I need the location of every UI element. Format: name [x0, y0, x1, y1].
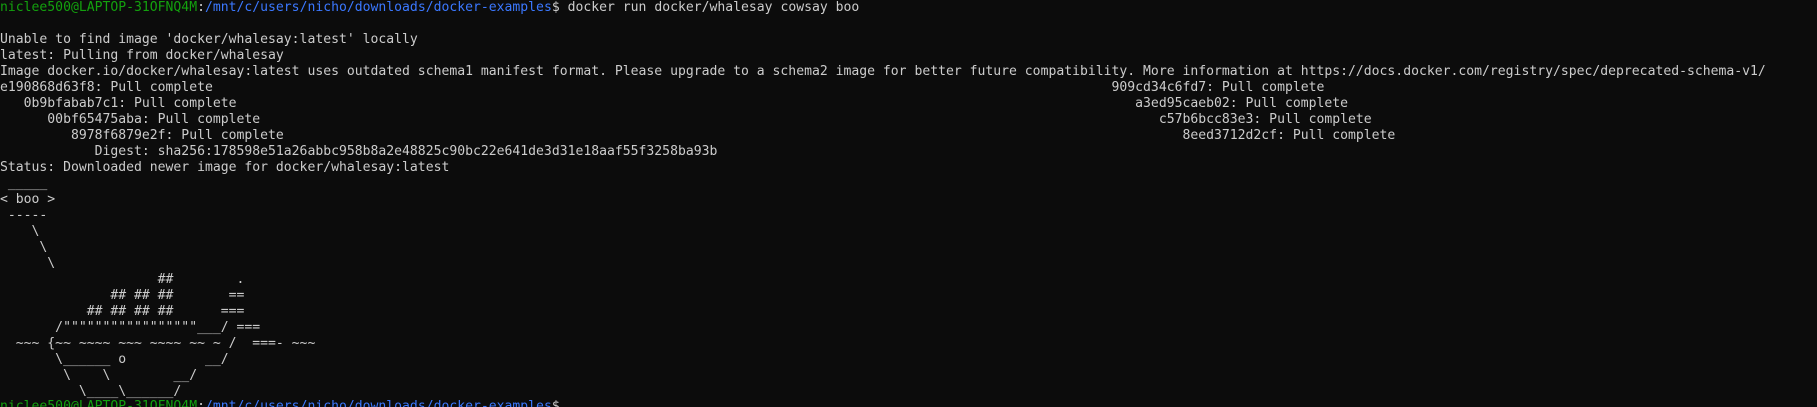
- terminal-window[interactable]: niclee500@LAPTOP-31OFNQ4M:/mnt/c/users/n…: [0, 0, 1817, 407]
- output-line: \ \ __/: [0, 368, 198, 383]
- output-line: Image docker.io/docker/whalesay:latest u…: [0, 64, 1766, 79]
- output-line: 00bf65475aba: Pull complete c57b6bcc83e3…: [0, 112, 1372, 127]
- output-line: 0b9bfabab7c1: Pull complete a3ed95caeb02…: [0, 96, 1349, 111]
- output-line: 8978f6879e2f: Pull complete 8eed3712d2cf…: [0, 128, 1396, 143]
- command-prompt-line: niclee500@LAPTOP-31OFNQ4M:/mnt/c/users/n…: [0, 0, 1817, 16]
- output-line: ## ## ## ==: [0, 288, 245, 303]
- next-prompt-path: /mnt/c/users/nicho/downloads/docker-exam…: [204, 399, 552, 407]
- prompt-separator: :: [197, 0, 205, 15]
- next-prompt-line[interactable]: niclee500@LAPTOP-31OFNQ4M:/mnt/c/users/n…: [0, 399, 560, 407]
- output-line: /"""""""""""""""""___/ ===: [0, 320, 261, 335]
- output-line: e190868d63f8: Pull complete 909cd34c6fd7…: [0, 80, 1325, 95]
- output-line: Unable to find image 'docker/whalesay:la…: [0, 32, 418, 47]
- output-line: ## ## ## ## ===: [0, 304, 245, 319]
- output-line: -----: [0, 208, 48, 223]
- output-line: < boo >: [0, 192, 56, 207]
- output-line: ~~~ {~~ ~~~~ ~~~ ~~~~ ~~ ~ / ===- ~~~: [0, 336, 316, 351]
- output-line: _____: [0, 176, 48, 191]
- output-line: \: [0, 224, 40, 239]
- output-line: \: [0, 240, 48, 255]
- next-prompt-symbol: $: [551, 399, 560, 407]
- output-line: latest: Pulling from docker/whalesay: [0, 48, 284, 63]
- prompt-user-host: niclee500@LAPTOP-31OFNQ4M: [0, 0, 198, 15]
- output-line: \: [0, 256, 56, 271]
- output-line: \____\______/: [0, 384, 182, 399]
- output-line: \______ o __/: [0, 352, 229, 367]
- next-prompt-separator: :: [197, 399, 205, 407]
- command-text: docker run docker/whalesay cowsay boo: [567, 0, 860, 15]
- output-line: Status: Downloaded newer image for docke…: [0, 160, 450, 175]
- output-line: ## .: [0, 272, 245, 287]
- output-line: Digest: sha256:178598e51a26abbc958b8a2e4…: [0, 144, 718, 159]
- prompt-path: /mnt/c/users/nicho/downloads/docker-exam…: [204, 0, 552, 15]
- prompt-symbol: $: [551, 0, 568, 15]
- next-prompt-user-host: niclee500@LAPTOP-31OFNQ4M: [0, 399, 198, 407]
- terminal-output: Unable to find image 'docker/whalesay:la…: [0, 16, 1817, 400]
